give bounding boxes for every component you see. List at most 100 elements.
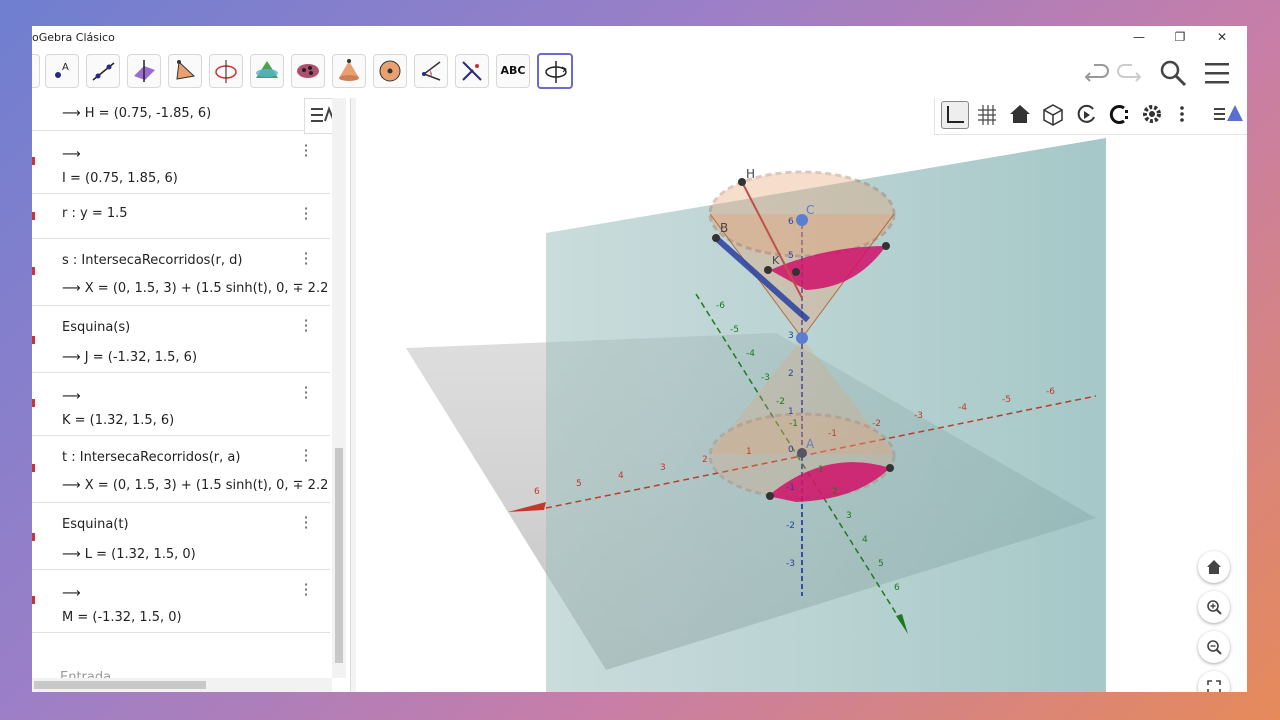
more-options-icon[interactable]: · · · xyxy=(302,443,310,469)
more-options-icon[interactable]: · · · xyxy=(302,577,310,603)
home-view-button[interactable] xyxy=(1198,551,1230,583)
algebra-row-definition: ⟶ xyxy=(62,147,81,162)
x-tick: -5 xyxy=(1002,395,1011,405)
scene-3d[interactable]: H B C K A 6 5 3 2 1 0 -1 -2 -3 -6 -5 -4 … xyxy=(356,98,1247,692)
graphics-3d-view[interactable]: H B C K A 6 5 3 2 1 0 -1 -2 -3 -6 -5 -4 … xyxy=(356,98,1247,692)
algebra-row-s[interactable]: s : IntersecaRecorridos(r, d) ⟶ X = (0, … xyxy=(32,239,330,306)
algebra-row-definition: ⟶ xyxy=(62,389,81,404)
algebra-row-t[interactable]: t : IntersecaRecorridos(r, a) ⟶ X = (0, … xyxy=(32,436,330,503)
zoom-in-button[interactable] xyxy=(1198,591,1230,623)
algebra-vertical-scrollbar[interactable] xyxy=(332,98,346,678)
algebra-row-h[interactable]: ⟶ H = (0.75, -1.85, 6) xyxy=(32,98,330,131)
x-tick: -4 xyxy=(958,403,967,413)
more-options-icon[interactable]: · · · xyxy=(302,246,310,272)
visibility-marker[interactable] xyxy=(32,157,35,165)
scroll-thumb[interactable] xyxy=(34,681,206,689)
pyramid-tool[interactable] xyxy=(332,54,366,88)
more-options-icon[interactable]: · · · xyxy=(302,510,310,536)
algebra-row-corner-t[interactable]: Esquina(t) ⟶ L = (1.32, 1.5, 0) · · · xyxy=(32,503,330,570)
algebra-row-value: K = (1.32, 1.5, 6) xyxy=(62,413,175,428)
z-tick: 5 xyxy=(788,251,794,261)
more-options-icon[interactable]: · · · xyxy=(302,313,310,339)
perpendicular-tool[interactable] xyxy=(127,54,161,88)
restore-button[interactable]: ❐ xyxy=(1165,28,1195,46)
y-tick: -6 xyxy=(716,301,725,311)
y-tick: 4 xyxy=(862,535,868,545)
redo-icon xyxy=(1117,64,1142,82)
y-tick: -2 xyxy=(776,397,785,407)
redo-button[interactable] xyxy=(1114,58,1144,88)
algebra-row-m[interactable]: ⟶ M = (-1.32, 1.5, 0) · · · xyxy=(32,570,330,633)
algebra-row-r[interactable]: r : y = 1.5 · · · xyxy=(32,194,330,239)
projection-toggle[interactable] xyxy=(1106,101,1134,129)
angle-tool[interactable] xyxy=(414,54,448,88)
algebra-row-value: ⟶ X = (0, 1.5, 3) + (1.5 sinh(t), 0, ∓ 2… xyxy=(62,281,329,296)
visibility-marker[interactable] xyxy=(32,399,35,407)
rotate-view-tool[interactable] xyxy=(537,53,573,89)
algebra-row-value: ⟶ L = (1.32, 1.5, 0) xyxy=(62,547,196,562)
fullscreen-icon xyxy=(1207,680,1221,692)
search-button[interactable] xyxy=(1158,58,1188,88)
visibility-marker[interactable] xyxy=(32,464,35,472)
point-label-b: B xyxy=(720,221,728,235)
intersect-surfaces-tool[interactable] xyxy=(250,54,284,88)
algebra-row-definition: t : IntersecaRecorridos(r, a) xyxy=(62,450,241,465)
svg-text:A: A xyxy=(62,62,69,73)
geogebra-window: oGebra Clásico — ❐ ✕ A ABC ⟶ H = (0.75, … xyxy=(32,26,1247,692)
home-button[interactable] xyxy=(1007,101,1035,129)
algebra-horizontal-scrollbar[interactable] xyxy=(32,678,332,692)
visibility-marker[interactable] xyxy=(32,533,35,541)
algebra-row-i[interactable]: ⟶ I = (0.75, 1.85, 6) · · · xyxy=(32,131,330,194)
style-bar-toggle[interactable] xyxy=(1211,101,1245,129)
window-title: oGebra Clásico xyxy=(32,31,115,44)
grid-toggle[interactable] xyxy=(974,101,1002,129)
more-options-icon[interactable]: · · · xyxy=(302,138,310,164)
line-icon xyxy=(92,62,115,81)
cube-icon xyxy=(1043,104,1063,126)
algebra-row-definition: r : y = 1.5 xyxy=(62,206,128,221)
text-tool[interactable]: ABC xyxy=(496,54,530,88)
cube-toggle[interactable] xyxy=(1040,101,1068,129)
visibility-marker[interactable] xyxy=(32,267,35,275)
minimize-button[interactable]: — xyxy=(1124,28,1154,46)
more-button[interactable] xyxy=(1169,101,1197,129)
move-tool[interactable] xyxy=(32,54,40,88)
reflect-tool[interactable] xyxy=(455,54,489,88)
sphere-tool[interactable] xyxy=(373,54,407,88)
search-icon xyxy=(1160,60,1187,87)
point-label-a: A xyxy=(806,437,815,451)
polygon-tool[interactable] xyxy=(168,54,202,88)
visibility-marker[interactable] xyxy=(32,596,35,604)
input-bar[interactable]: Entrada... xyxy=(60,670,123,678)
x-tick: -2 xyxy=(872,419,881,429)
plane-tool[interactable] xyxy=(291,54,325,88)
line-tool[interactable] xyxy=(86,54,120,88)
cone-icon xyxy=(339,59,359,81)
settings-button[interactable] xyxy=(1139,101,1167,129)
axes-icon xyxy=(947,106,964,123)
point-tool[interactable]: A xyxy=(45,54,79,88)
circle-axis-tool[interactable] xyxy=(209,54,243,88)
algebra-row-corner-s[interactable]: Esquina(s) ⟶ J = (-1.32, 1.5, 6) · · · xyxy=(32,306,330,373)
rotate-toggle[interactable] xyxy=(1073,101,1101,129)
algebra-row-value: ⟶ J = (-1.32, 1.5, 6) xyxy=(62,350,198,365)
sphere-icon xyxy=(379,60,401,82)
menu-button[interactable] xyxy=(1202,58,1232,88)
algebra-row-k[interactable]: ⟶ K = (1.32, 1.5, 6) · · · xyxy=(32,373,330,436)
y-tick: 2 xyxy=(832,487,838,497)
visibility-marker[interactable] xyxy=(32,336,35,344)
undo-button[interactable] xyxy=(1082,58,1112,88)
z-tick: 1 xyxy=(788,407,794,417)
x-tick: 1 xyxy=(746,447,752,457)
more-options-icon[interactable]: · · · xyxy=(302,380,310,406)
toolbar: A ABC xyxy=(32,48,1247,98)
scroll-thumb[interactable] xyxy=(335,448,343,663)
gear-icon xyxy=(1143,105,1161,123)
zoom-out-button[interactable] xyxy=(1198,631,1230,663)
more-options-icon[interactable]: · · · xyxy=(302,201,310,227)
menu-icon xyxy=(1205,63,1229,84)
z-tick: 6 xyxy=(788,217,794,227)
visibility-marker[interactable] xyxy=(32,212,35,220)
close-button[interactable]: ✕ xyxy=(1207,28,1237,46)
axes-toggle[interactable] xyxy=(941,101,969,129)
